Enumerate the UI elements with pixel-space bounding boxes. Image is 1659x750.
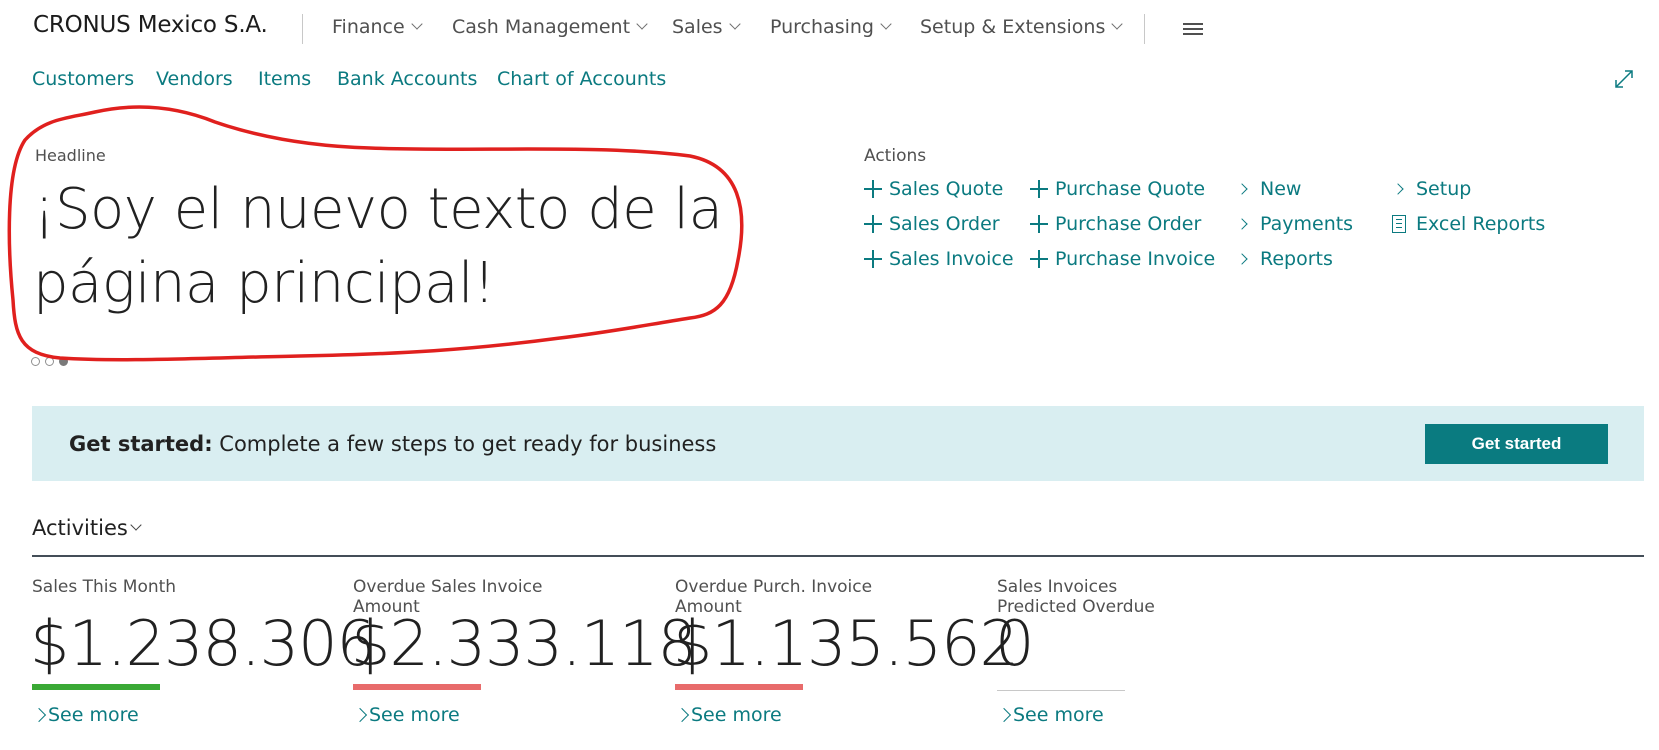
menu-label: Sales (672, 16, 723, 38)
action-label: Purchase Quote (1055, 178, 1206, 200)
action-label: Sales Quote (889, 178, 1004, 200)
tile-value-overdue-sales-invoice[interactable]: $2.333.118 (351, 613, 697, 675)
action-label: Purchase Order (1055, 213, 1202, 235)
chevron-right-icon (1236, 218, 1248, 230)
tile-status-bar (32, 684, 160, 690)
menu-cash-management[interactable]: Cash Management (452, 16, 648, 38)
action-label: Excel Reports (1416, 213, 1546, 235)
chevron-down-icon (411, 18, 423, 30)
action-sales-invoice[interactable]: Sales Invoice (864, 248, 1014, 270)
action-excel-reports[interactable]: Excel Reports (1392, 213, 1545, 235)
nav-separator (1144, 14, 1145, 44)
action-purchase-invoice[interactable]: Purchase Invoice (1030, 248, 1215, 270)
actions-label: Actions (864, 146, 927, 166)
tile-value-sales-invoices-predicted-overdue[interactable]: 0 (995, 613, 1034, 675)
see-more-link[interactable]: See more (674, 704, 782, 726)
plus-icon (1030, 215, 1048, 233)
action-sales-quote[interactable]: Sales Quote (864, 178, 1003, 200)
chevron-right-icon (1392, 183, 1404, 195)
action-setup[interactable]: Setup (1392, 178, 1471, 200)
tile-label-sales-this-month: Sales This Month (32, 577, 177, 597)
action-purchase-order[interactable]: Purchase Order (1030, 213, 1201, 235)
chevron-right-icon (31, 707, 47, 723)
chevron-down-icon (728, 18, 741, 30)
chevron-right-icon (996, 707, 1012, 723)
plus-icon (864, 250, 882, 268)
quick-link-items[interactable]: Items (258, 68, 311, 90)
tile-value-sales-this-month[interactable]: $1.238.306 (30, 613, 376, 675)
menu-finance[interactable]: Finance (332, 16, 423, 38)
chevron-down-icon (1111, 18, 1124, 30)
menu-sales[interactable]: Sales (672, 16, 741, 38)
menu-label: Finance (332, 16, 405, 38)
chevron-right-icon (352, 707, 368, 723)
banner-bold-label: Get started: (69, 432, 213, 456)
company-name[interactable]: CRONUS Mexico S.A. (33, 12, 268, 38)
chevron-down-icon (130, 519, 142, 531)
quick-link-chart-of-accounts[interactable]: Chart of Accounts (497, 68, 666, 90)
action-new[interactable]: New (1236, 178, 1301, 200)
expand-icon[interactable] (1613, 68, 1635, 90)
nav-separator (302, 14, 303, 44)
tile-value-overdue-purch-invoice[interactable]: $1.135.562 (673, 613, 1019, 675)
chevron-right-icon (1236, 183, 1248, 195)
see-more-link[interactable]: See more (31, 704, 139, 726)
chevron-down-icon (636, 18, 648, 30)
red-annotation-circle (7, 105, 744, 362)
menu-label: Cash Management (452, 16, 631, 38)
action-reports[interactable]: Reports (1236, 248, 1333, 270)
see-more-link[interactable]: See more (352, 704, 460, 726)
action-sales-order[interactable]: Sales Order (864, 213, 1000, 235)
activities-divider (32, 555, 1644, 557)
chevron-down-icon (880, 18, 892, 30)
tile-status-bar (675, 684, 803, 690)
chevron-right-icon (1236, 253, 1248, 265)
action-label: Purchase Invoice (1055, 248, 1216, 270)
action-label: Sales Order (889, 213, 1000, 235)
plus-icon (864, 215, 882, 233)
menu-setup-extensions[interactable]: Setup & Extensions (920, 16, 1124, 38)
menu-label: Setup & Extensions (920, 16, 1106, 38)
tile-status-bar (997, 690, 1125, 691)
menu-purchasing[interactable]: Purchasing (770, 16, 892, 38)
activities-header[interactable]: Activities (32, 516, 142, 540)
plus-icon (1030, 180, 1048, 198)
action-purchase-quote[interactable]: Purchase Quote (1030, 178, 1205, 200)
action-label: Setup (1416, 178, 1472, 200)
hamburger-menu-icon[interactable] (1183, 23, 1203, 35)
action-payments[interactable]: Payments (1236, 213, 1353, 235)
quick-link-bank-accounts[interactable]: Bank Accounts (337, 68, 477, 90)
action-label: Reports (1260, 248, 1333, 270)
tile-status-bar (353, 684, 481, 690)
document-icon (1392, 215, 1406, 233)
action-label: Sales Invoice (889, 248, 1014, 270)
see-more-label: See more (48, 704, 139, 726)
see-more-label: See more (369, 704, 460, 726)
chevron-right-icon (674, 707, 690, 723)
plus-icon (864, 180, 882, 198)
get-started-button[interactable]: Get started (1425, 424, 1608, 464)
banner-message: Get started: Complete a few steps to get… (69, 432, 716, 456)
quick-link-customers[interactable]: Customers (32, 68, 134, 90)
see-more-label: See more (1013, 704, 1104, 726)
plus-icon (1030, 250, 1048, 268)
action-label: Payments (1260, 213, 1354, 235)
activities-title: Activities (32, 516, 128, 540)
banner-text: Complete a few steps to get ready for bu… (212, 432, 717, 456)
see-more-link[interactable]: See more (996, 704, 1104, 726)
quick-link-vendors[interactable]: Vendors (156, 68, 233, 90)
see-more-label: See more (691, 704, 782, 726)
menu-label: Purchasing (770, 16, 874, 38)
action-label: New (1260, 178, 1302, 200)
